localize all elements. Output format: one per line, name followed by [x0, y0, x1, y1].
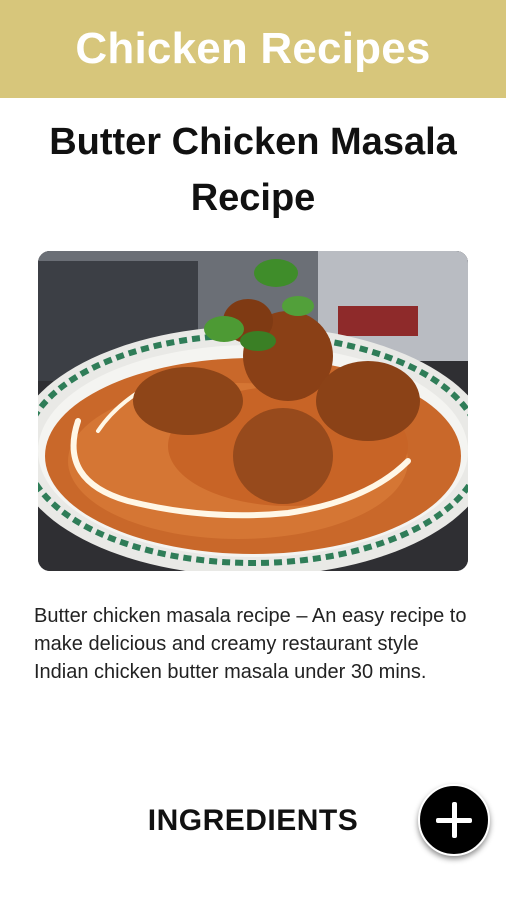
app-title: Chicken Recipes — [75, 24, 431, 73]
app-bar: Chicken Recipes — [0, 0, 506, 98]
add-button[interactable] — [418, 784, 490, 856]
plus-icon — [436, 802, 472, 838]
recipe-description: Butter chicken masala recipe – An easy r… — [34, 605, 467, 683]
butter-chicken-image — [38, 251, 468, 571]
recipe-title: Butter Chicken Masala Recipe — [49, 121, 457, 219]
recipe-photo — [38, 251, 468, 571]
